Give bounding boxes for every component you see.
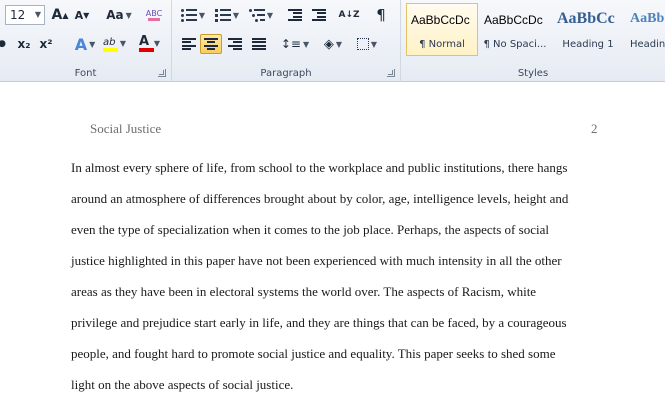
increase-indent-icon	[312, 9, 326, 21]
bullets-icon	[180, 8, 197, 22]
highlight-button[interactable]: ab ▼	[100, 34, 130, 54]
style-normal-sample: AaBbCcDc	[411, 13, 470, 27]
style-normal-name: ¶ Normal	[419, 39, 465, 50]
grow-font-button[interactable]: A ▲	[50, 5, 70, 25]
highlighter-icon: ab	[103, 36, 116, 48]
style-normal[interactable]: AaBbCcDc ¶ Normal	[406, 3, 478, 56]
borders-icon	[356, 38, 369, 50]
increase-indent-button[interactable]	[308, 5, 330, 25]
body-line: even the type of specialization when it …	[71, 222, 549, 237]
superscript-icon: x²	[39, 37, 53, 51]
align-center-icon	[204, 38, 218, 50]
subscript-icon: x₂	[17, 37, 31, 51]
borders-button[interactable]: ▼	[352, 34, 382, 54]
style-heading-1-name: Heading 1	[562, 39, 614, 50]
numbering-button[interactable]: ▼	[212, 5, 242, 25]
shrink-font-button[interactable]: A ▼	[72, 5, 92, 25]
pilcrow-icon: ¶	[376, 6, 386, 24]
style-heading-1[interactable]: AaBbCc Heading 1	[552, 3, 624, 56]
ribbon: 12 ▼ A ▲ A ▼ Aa ▼ ABC ● x₂ x² A ▼ ab ▼ A…	[0, 0, 665, 82]
clear-formatting-icon: ABC	[145, 9, 163, 18]
subscript-button[interactable]: x₂	[14, 34, 34, 54]
strikethrough-icon[interactable]: ●	[0, 34, 8, 54]
bullets-button[interactable]: ▼	[178, 5, 208, 25]
style-heading-1-sample: AaBbCc	[557, 10, 615, 27]
paragraph-dialog-launcher-icon[interactable]	[387, 69, 395, 77]
multilevel-list-button[interactable]: ▼	[246, 5, 276, 25]
justify-icon	[252, 38, 266, 50]
sort-icon: A↓Z	[338, 9, 360, 20]
style-heading-2-sample: AaBb	[630, 11, 665, 26]
grow-font-icon: A	[51, 7, 63, 23]
superscript-button[interactable]: x²	[36, 34, 56, 54]
chevron-down-icon: ▼	[34, 10, 41, 19]
body-line: justice highlighted in this paper have n…	[71, 253, 562, 268]
font-color-button[interactable]: A ▼	[134, 34, 164, 54]
paint-bucket-icon: ◈	[323, 36, 334, 52]
body-line: light on the above aspects of social jus…	[71, 377, 294, 392]
paragraph-group: ▼ ▼ ▼ A↓Z ¶ ↕≡ ▼ ◈ ▼ ▼ Paragraph	[171, 0, 400, 82]
align-left-button[interactable]	[178, 34, 200, 54]
font-group-label: Font	[74, 68, 97, 79]
multilevel-list-icon	[248, 8, 265, 22]
align-center-button[interactable]	[200, 34, 222, 54]
style-no-spacing-sample: AaBbCcDc	[484, 13, 543, 27]
decrease-indent-icon	[288, 9, 302, 21]
align-right-icon	[228, 38, 242, 50]
highlight-color-bar	[103, 47, 118, 52]
change-case-icon: Aa	[106, 8, 124, 22]
page-number: 2	[591, 121, 598, 136]
font-color-bar	[139, 48, 154, 52]
line-spacing-icon: ↕≡	[280, 37, 301, 51]
justify-button[interactable]	[248, 34, 270, 54]
paragraph-group-label: Paragraph	[260, 68, 312, 79]
style-heading-2-name: Headin	[630, 39, 665, 50]
styles-group-label: Styles	[517, 68, 549, 79]
font-group: 12 ▼ A ▲ A ▼ Aa ▼ ABC ● x₂ x² A ▼ ab ▼ A…	[0, 0, 171, 82]
show-formatting-button[interactable]: ¶	[370, 5, 392, 25]
font-dialog-launcher-icon[interactable]	[158, 69, 166, 77]
font-size-box[interactable]: 12 ▼	[5, 5, 45, 25]
decrease-indent-button[interactable]	[284, 5, 306, 25]
align-left-icon	[182, 38, 196, 50]
shading-button[interactable]: ◈ ▼	[318, 34, 348, 54]
sort-button[interactable]: A↓Z	[338, 5, 360, 25]
numbering-icon	[214, 8, 231, 22]
font-size-value: 12	[10, 8, 26, 22]
style-no-spacing[interactable]: AaBbCcDc ¶ No Spaci...	[479, 3, 551, 56]
font-color-icon: A	[139, 34, 150, 49]
text-effects-icon: A	[74, 34, 88, 54]
align-right-button[interactable]	[224, 34, 246, 54]
body-line: privilege and prejudice start early in l…	[71, 315, 567, 330]
clear-formatting-button[interactable]: ABC	[144, 5, 164, 25]
style-heading-2[interactable]: AaBb Headin	[625, 3, 665, 56]
body-line: In almost every sphere of life, from sch…	[71, 160, 568, 175]
body-line: areas as they have been in electoral sys…	[71, 284, 537, 299]
document-page[interactable]: Social Justice 2 In almost every sphere …	[0, 83, 665, 408]
body-line: people, and fought hard to promote socia…	[71, 346, 556, 361]
styles-group: AaBbCcDc ¶ Normal AaBbCcDc ¶ No Spaci...…	[400, 0, 665, 82]
shrink-font-icon: A	[74, 8, 84, 22]
text-effects-button[interactable]: A ▼	[70, 34, 100, 54]
running-header: Social Justice	[90, 121, 162, 136]
change-case-button[interactable]: Aa ▼	[104, 5, 134, 25]
line-spacing-button[interactable]: ↕≡ ▼	[280, 34, 310, 54]
style-no-spacing-name: ¶ No Spaci...	[483, 39, 547, 50]
body-line: around an atmosphere of differences brou…	[71, 191, 569, 206]
